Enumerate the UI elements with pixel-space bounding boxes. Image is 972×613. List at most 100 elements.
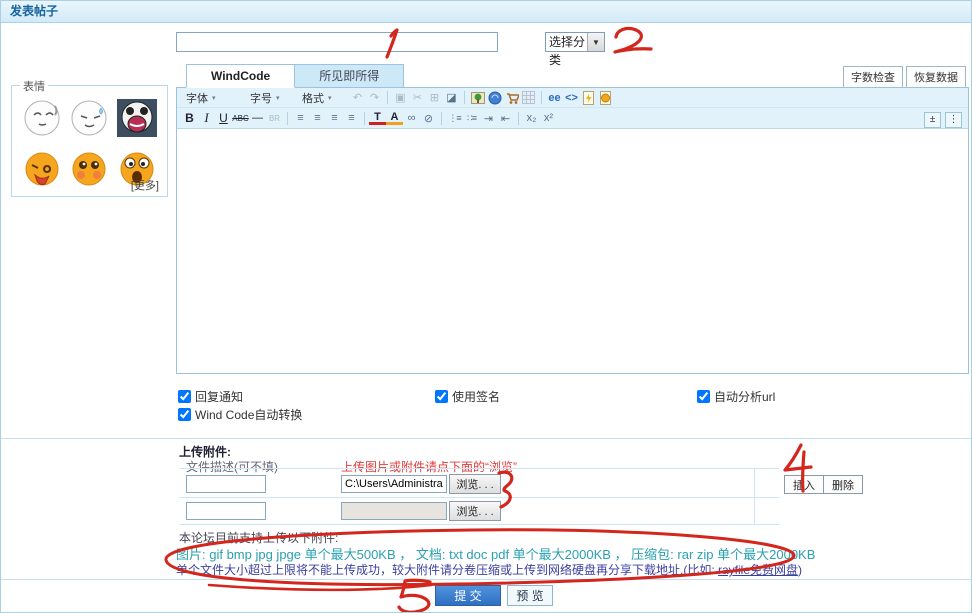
footer-divider	[1, 579, 971, 580]
windcode-editor: 字体▾ 字号▾ 格式▾ ↶ ↷ ▣ ✂ ⊞ ◪ ee	[176, 87, 969, 374]
option-use-signature: 使用签名	[435, 388, 500, 405]
emoticon-orange-wink[interactable]	[21, 149, 63, 194]
emoticon-panel: 表情	[11, 85, 168, 197]
chevron-down-icon: ▾	[212, 94, 216, 102]
rayfile-link[interactable]: rayfile免费网盘	[718, 563, 798, 577]
emoticon-white-sweat[interactable]	[66, 94, 112, 143]
use-signature-checkbox[interactable]	[435, 390, 448, 403]
cut-icon[interactable]: ✂	[409, 90, 426, 106]
submit-button[interactable]: 提 交	[435, 585, 501, 606]
toolbar-more-button[interactable]: ⋮	[945, 112, 962, 128]
paid-doc-icon[interactable]	[597, 90, 614, 106]
emoticon-orange-blush[interactable]	[68, 149, 110, 194]
attachment-1-description-input[interactable]	[186, 475, 266, 493]
line-break-icon[interactable]: BR	[266, 110, 283, 126]
windcode-convert-checkbox[interactable]	[178, 408, 191, 421]
emoticon-panel-legend: 表情	[20, 78, 48, 94]
post-title-input[interactable]	[176, 32, 498, 52]
insert-table-icon[interactable]	[520, 90, 537, 106]
preview-button[interactable]: 预 览	[507, 585, 553, 606]
undo-icon[interactable]: ↶	[349, 90, 366, 106]
category-select[interactable]: 选择分类 ▼	[545, 32, 605, 52]
format-dropdown[interactable]: 格式▾	[297, 90, 349, 106]
toolbar-separator	[441, 112, 442, 125]
flash-doc-icon[interactable]	[580, 90, 597, 106]
emoticon-panda-scream[interactable]	[114, 94, 160, 143]
horizontal-rule-icon[interactable]: —	[249, 110, 266, 126]
annotation-digit-5	[399, 580, 430, 612]
auto-parse-url-checkbox[interactable]	[697, 390, 710, 403]
toolbar-expand-button[interactable]: ±	[924, 112, 941, 128]
insert-media-icon[interactable]	[486, 90, 503, 106]
underline-icon[interactable]: U	[215, 110, 232, 126]
toolbar-separator	[518, 112, 519, 125]
align-center-icon[interactable]: ≡	[309, 110, 326, 126]
toolbar-separator	[387, 91, 388, 104]
attachment-row-divider	[179, 497, 779, 498]
post-editor-page: 发表帖子 选择分类 ▼ WindCode 所见即所得 字数检查 恢复数据 表情	[0, 0, 972, 613]
category-select-value: 选择分类	[546, 33, 587, 51]
toolbar-separator	[364, 112, 365, 125]
unordered-list-icon[interactable]: ∷≡	[463, 110, 480, 126]
word-count-button[interactable]: 字数检查	[843, 66, 903, 88]
italic-icon[interactable]: I	[198, 110, 215, 126]
align-justify-icon[interactable]: ≡	[343, 110, 360, 126]
strikethrough-icon[interactable]: ABC	[232, 110, 249, 126]
reply-notify-label: 回复通知	[195, 388, 243, 405]
attachment-1-file-input[interactable]	[341, 475, 447, 493]
insert-image-icon[interactable]	[469, 90, 486, 106]
redo-icon[interactable]: ↷	[366, 90, 383, 106]
font-family-dropdown[interactable]: 字体▾	[181, 90, 245, 106]
delete-attachment-button[interactable]: 删除	[823, 475, 863, 494]
chevron-down-icon[interactable]: ▼	[587, 33, 604, 51]
option-reply-notify: 回复通知	[178, 388, 243, 405]
attachment-2-browse-button[interactable]: 浏览. . .	[449, 501, 501, 521]
code-tool-icon[interactable]: <>	[563, 90, 580, 106]
use-signature-label: 使用签名	[452, 388, 500, 405]
insert-attachment-button[interactable]: 插入	[784, 475, 824, 494]
option-windcode-convert: Wind Code自动转换	[178, 406, 302, 423]
indent-icon[interactable]: ⇥	[480, 110, 497, 126]
emoticon-white-shy[interactable]	[19, 94, 65, 143]
insert-link-icon[interactable]: ∞	[403, 110, 420, 126]
superscript-icon[interactable]: x²	[540, 110, 557, 126]
subscript-icon[interactable]: x₂	[523, 110, 540, 126]
eraser-icon[interactable]: ◪	[443, 90, 460, 106]
font-size-dropdown[interactable]: 字号▾	[245, 90, 297, 106]
emoticon-tool-icon[interactable]: ee	[546, 90, 563, 106]
attachment-2-description-input[interactable]	[186, 502, 266, 520]
editor-top-actions: 字数检查 恢复数据	[843, 66, 966, 88]
align-left-icon[interactable]: ≡	[292, 110, 309, 126]
attachment-row-divider	[179, 524, 779, 525]
annotation-digit-2	[615, 28, 651, 52]
shopping-cart-icon[interactable]	[503, 90, 520, 106]
ordered-list-icon[interactable]: ⋮≡	[446, 110, 463, 126]
tab-windcode[interactable]: WindCode	[186, 64, 295, 88]
align-right-icon[interactable]: ≡	[326, 110, 343, 126]
copy-icon[interactable]: ▣	[392, 90, 409, 106]
section-divider	[1, 438, 971, 439]
attachment-1-browse-button[interactable]: 浏览. . .	[449, 474, 501, 494]
text-color-icon[interactable]: T	[369, 111, 386, 125]
page-title: 发表帖子	[1, 1, 971, 23]
background-color-icon[interactable]: A	[386, 111, 403, 125]
option-auto-parse-url: 自动分析url	[697, 388, 775, 405]
toolbar-separator	[541, 91, 542, 104]
tab-wysiwyg[interactable]: 所见即所得	[295, 64, 404, 88]
outdent-icon[interactable]: ⇤	[497, 110, 514, 126]
toolbar-row-1: 字体▾ 字号▾ 格式▾ ↶ ↷ ▣ ✂ ⊞ ◪ ee	[177, 88, 968, 108]
toolbar-separator	[464, 91, 465, 104]
emoticon-more-link[interactable]: [更多]	[131, 177, 159, 193]
paste-icon[interactable]: ⊞	[426, 90, 443, 106]
attachment-row-divider	[179, 468, 779, 469]
upload-notice-limit: 单个文件大小超过上限将不能上传成功，较大附件请分卷压缩或上传到网络硬盘再分享下载…	[176, 561, 802, 578]
remove-link-icon[interactable]: ⊘	[420, 110, 437, 126]
reply-notify-checkbox[interactable]	[178, 390, 191, 403]
restore-data-button[interactable]: 恢复数据	[906, 66, 966, 88]
editor-content-area[interactable]	[177, 130, 968, 373]
bold-icon[interactable]: B	[181, 110, 198, 126]
attachment-2-file-input[interactable]	[341, 502, 447, 520]
chevron-down-icon: ▾	[328, 94, 332, 102]
toolbar-corner-buttons: ± ⋮	[924, 112, 962, 128]
toolbar-row-2: B I U ABC — BR ≡ ≡ ≡ ≡ T A ∞ ⊘ ⋮≡ ∷≡ ⇥ ⇤…	[177, 108, 968, 129]
